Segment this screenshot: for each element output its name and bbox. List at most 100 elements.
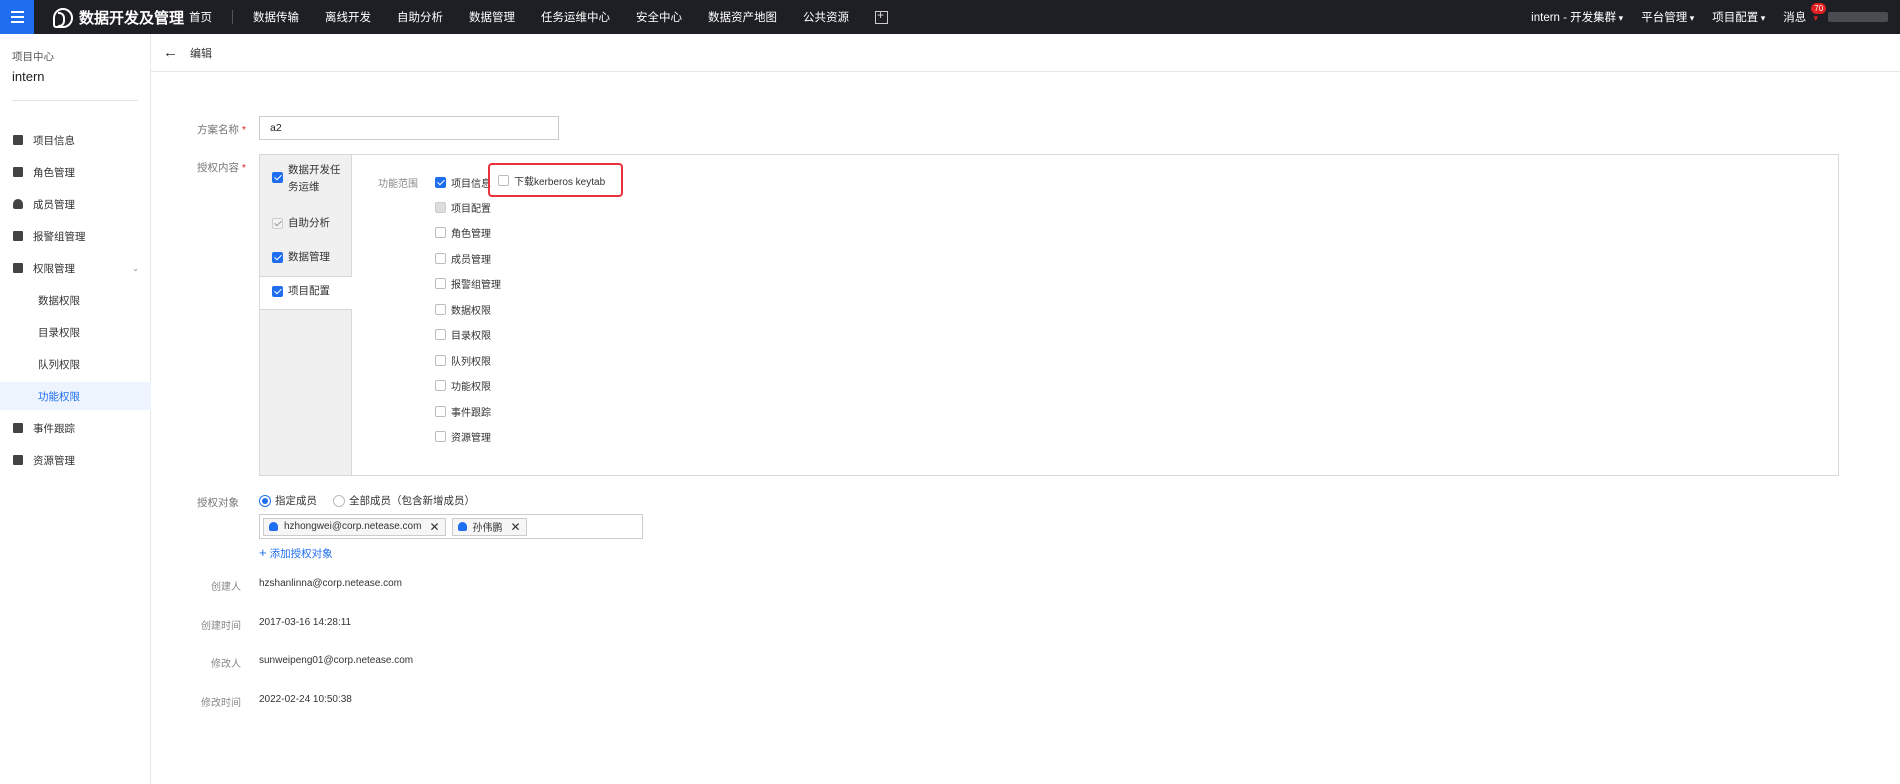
category-checkbox[interactable] [272, 286, 283, 297]
category-checkbox[interactable] [272, 252, 283, 263]
radio-all-label: 全部成员（包含新增成员） [349, 495, 475, 507]
kerberos-keytab-option[interactable]: 下载kerberos keytab [488, 163, 623, 197]
remove-tag-icon[interactable]: ✕ [429, 520, 439, 534]
member-select-input[interactable]: hzhongwei@corp.netease.com ✕ 孙伟鹏 ✕ [259, 514, 643, 539]
radio-all-members[interactable] [333, 494, 345, 507]
perm-item-member-management[interactable]: 成员管理 [435, 251, 491, 266]
perm-checkbox[interactable] [435, 227, 446, 238]
nav-public-resources[interactable]: 公共资源 [803, 9, 849, 25]
sidebar-item-label: 功能权限 [38, 390, 80, 403]
nav-task-ops[interactable]: 任务运维中心 [541, 9, 610, 25]
perm-label: 事件跟踪 [451, 408, 491, 419]
perm-checkbox[interactable] [435, 329, 446, 340]
category-item-dev-ops[interactable]: 数据开发任务运维 [272, 162, 344, 196]
perm-item-project-config[interactable]: 项目配置 [435, 200, 491, 215]
radio-specified-members[interactable] [259, 494, 271, 507]
sidebar-item-queue-permission[interactable]: 队列权限 [0, 350, 151, 378]
logo-icon [53, 7, 73, 28]
remove-tag-icon[interactable]: ✕ [511, 520, 521, 534]
perm-checkbox[interactable] [435, 177, 446, 188]
category-item-data-management[interactable]: 数据管理 [272, 249, 330, 266]
event-icon [13, 423, 23, 433]
perm-item-project-info[interactable]: 项目信息 [435, 175, 491, 190]
modify-time-label: 修改时间 [201, 698, 241, 709]
category-item-self-analysis[interactable]: 自助分析 [272, 215, 330, 232]
sidebar-item-label: 事件跟踪 [33, 422, 75, 435]
perm-checkbox[interactable] [435, 406, 446, 417]
sidebar-item-project-info[interactable]: 项目信息 [0, 126, 151, 154]
sidebar-item-label: 队列权限 [38, 358, 80, 371]
sidebar-item-label: 成员管理 [33, 198, 75, 211]
perm-checkbox[interactable] [435, 253, 446, 264]
perm-checkbox[interactable] [435, 431, 446, 442]
chevron-down-icon: ⌄ [132, 263, 139, 273]
nav-self-analysis[interactable]: 自助分析 [397, 9, 443, 25]
nav-data-transfer[interactable]: 数据传输 [253, 9, 299, 25]
perm-checkbox[interactable] [435, 380, 446, 391]
modify-time-value: 2022-02-24 10:50:38 [259, 694, 352, 705]
nav-data-management[interactable]: 数据管理 [469, 9, 515, 25]
expand-icon[interactable] [875, 8, 888, 24]
sidebar-item-resource-management[interactable]: 资源管理 [0, 446, 151, 474]
category-label: 数据管理 [288, 251, 330, 263]
sidebar-item-event-tracking[interactable]: 事件跟踪 [0, 414, 151, 442]
category-list: 数据开发任务运维 自助分析 数据管理 项目配置 [260, 155, 352, 475]
sidebar-item-data-permission[interactable]: 数据权限 [0, 286, 151, 314]
sidebar-item-label: 数据权限 [38, 294, 80, 307]
app-title: 数据开发及管理 [79, 10, 185, 27]
category-item-project-config[interactable]: 项目配置 [272, 283, 330, 300]
perm-item-data-permission[interactable]: 数据权限 [435, 302, 491, 317]
perm-item-directory-permission[interactable]: 目录权限 [435, 327, 491, 342]
sidebar-item-alarm-group[interactable]: 报警组管理 [0, 222, 151, 250]
messages-label: 消息 [1783, 12, 1807, 24]
messages-button[interactable]: 消息 70 [1783, 3, 1827, 25]
sidebar-item-directory-permission[interactable]: 目录权限 [0, 318, 151, 346]
perm-label: 功能权限 [451, 382, 491, 393]
perm-item-resource-management[interactable]: 资源管理 [435, 429, 491, 444]
hamburger-menu-icon[interactable] [0, 0, 34, 34]
sidebar-item-role-management[interactable]: 角色管理 [0, 158, 151, 186]
perm-label: 资源管理 [451, 433, 491, 444]
sidebar-item-member-management[interactable]: 成员管理 [0, 190, 151, 218]
perm-item-role-management[interactable]: 角色管理 [435, 225, 491, 240]
member-tag-label: hzhongwei@corp.netease.com [284, 521, 422, 532]
sidebar-item-permission-management[interactable]: 权限管理 ⌄ [0, 254, 151, 282]
perm-item-alarm-group[interactable]: 报警组管理 [435, 276, 501, 291]
user-icon [13, 199, 23, 209]
nav-home[interactable]: 首页 [189, 9, 212, 25]
perm-item-event-tracking[interactable]: 事件跟踪 [435, 404, 491, 419]
perm-checkbox[interactable] [435, 304, 446, 315]
sidebar-item-function-permission[interactable]: 功能权限 [0, 382, 151, 410]
app-logo[interactable]: 数据开发及管理 [53, 7, 184, 28]
person-icon [457, 522, 467, 531]
perm-item-queue-permission[interactable]: 队列权限 [435, 353, 491, 368]
create-time-label: 创建时间 [201, 621, 241, 632]
project-name: intern [12, 69, 45, 84]
perm-checkbox[interactable] [435, 355, 446, 366]
scheme-name-input[interactable]: a2 [259, 116, 559, 140]
add-auth-target-link[interactable]: + 添加授权对象 [259, 545, 333, 561]
lock-icon [13, 263, 23, 273]
category-label: 自助分析 [288, 217, 330, 229]
nav-asset-map[interactable]: 数据资产地图 [708, 9, 777, 25]
nav-offline-dev[interactable]: 离线开发 [325, 9, 371, 25]
creator-value: hzshanlinna@corp.netease.com [259, 578, 403, 589]
resource-icon [13, 455, 23, 465]
perm-label: 目录权限 [451, 331, 491, 342]
auth-content-label: 授权内容 [197, 160, 246, 175]
page-header: ← 编辑 [151, 34, 1900, 72]
kerberos-checkbox[interactable] [498, 174, 509, 186]
perm-item-function-permission[interactable]: 功能权限 [435, 378, 491, 393]
nav-security-center[interactable]: 安全中心 [636, 9, 682, 25]
page-title: 编辑 [190, 47, 212, 60]
file-icon [13, 135, 23, 145]
sidebar-section-label: 项目中心 [12, 51, 54, 63]
cluster-dropdown[interactable]: intern - 开发集群 [1531, 9, 1623, 25]
main-content: ← 编辑 方案名称 a2 授权内容 数据开发任务运维 自助分析 数据管理 项目配… [151, 34, 1900, 784]
project-config-dropdown[interactable]: 项目配置 [1712, 9, 1765, 25]
perm-checkbox[interactable] [435, 278, 446, 289]
category-checkbox[interactable] [272, 172, 283, 183]
back-arrow-icon[interactable]: ← [163, 44, 178, 61]
platform-dropdown[interactable]: 平台管理 [1641, 9, 1694, 25]
user-avatar[interactable] [1828, 12, 1888, 22]
